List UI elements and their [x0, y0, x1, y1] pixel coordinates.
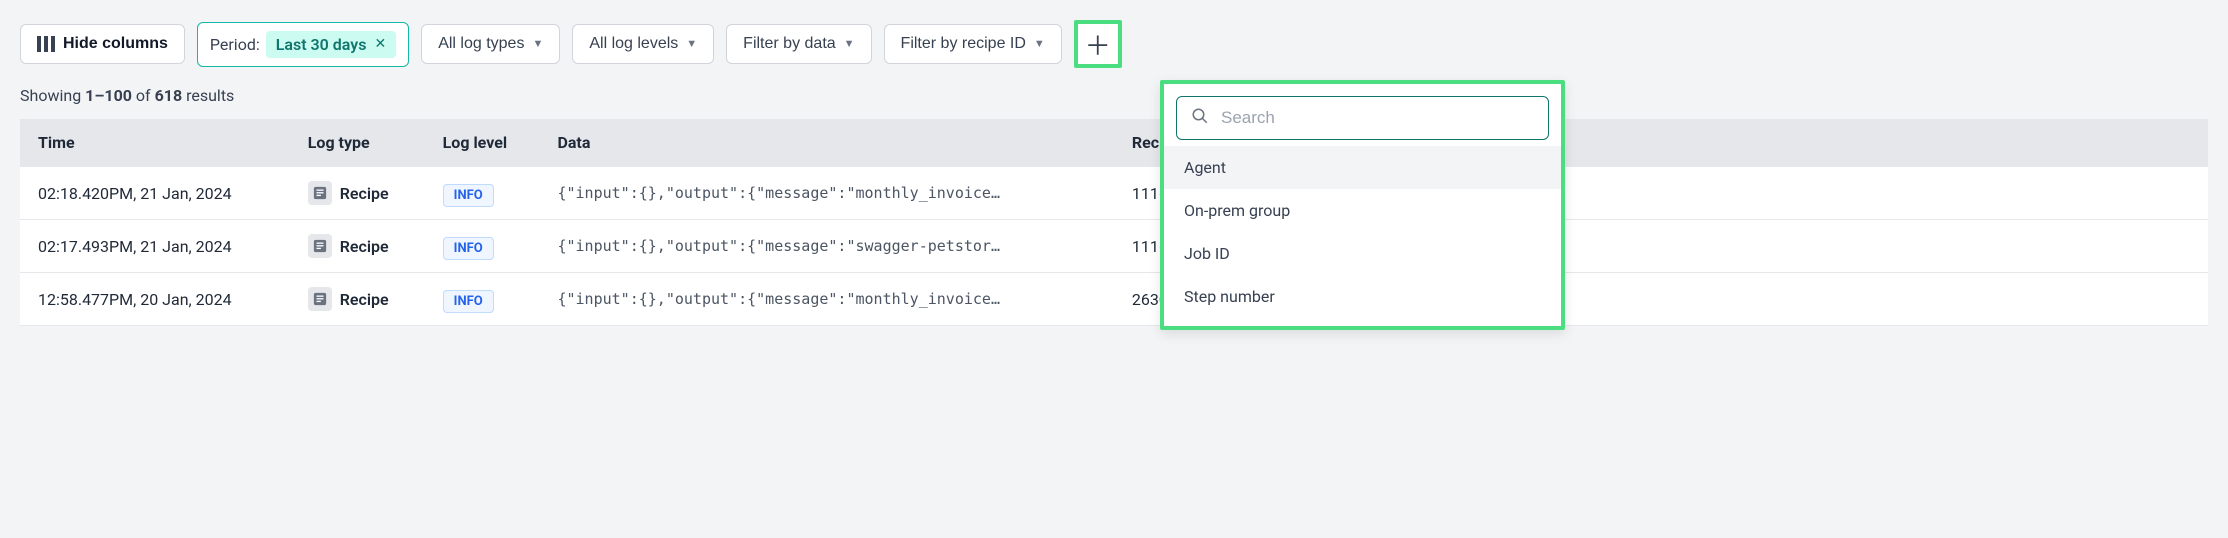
- hide-columns-button[interactable]: Hide columns: [20, 24, 185, 64]
- add-filter-button[interactable]: ＋: [1074, 20, 1122, 68]
- filter-by-recipe-label: Filter by recipe ID: [901, 35, 1026, 53]
- col-header-time: Time: [20, 119, 290, 167]
- log-levels-label: All log levels: [589, 35, 678, 53]
- table-header-row: Time Log type Log level Data Recip: [20, 119, 2208, 167]
- period-label: Period:: [210, 35, 260, 54]
- cell-time: 02:17.493PM, 21 Jan, 2024: [20, 220, 290, 273]
- toolbar: Hide columns Period: Last 30 days ✕ All …: [20, 20, 2208, 68]
- cell-time: 02:18.420PM, 21 Jan, 2024: [20, 167, 290, 220]
- table-row[interactable]: 02:18.420PM, 21 Jan, 2024 Recipe INFO {"…: [20, 167, 2208, 220]
- chevron-down-icon: ▼: [686, 38, 697, 50]
- info-badge: INFO: [443, 290, 494, 313]
- add-filter-dropdown: Agent On-prem group Job ID Step number: [1160, 80, 1565, 330]
- search-box[interactable]: [1176, 96, 1549, 140]
- cell-logtype: Recipe: [290, 220, 425, 273]
- recipe-icon: [308, 181, 332, 205]
- filter-by-data-label: Filter by data: [743, 35, 835, 53]
- columns-icon: [37, 36, 55, 52]
- period-chip: Last 30 days ✕: [266, 31, 396, 58]
- close-icon[interactable]: ✕: [374, 36, 386, 52]
- logs-table: Time Log type Log level Data Recip 02:18…: [20, 119, 2208, 326]
- hide-columns-label: Hide columns: [63, 35, 168, 53]
- menu-item-onprem-group[interactable]: On-prem group: [1164, 189, 1561, 232]
- cell-time: 12:58.477PM, 20 Jan, 2024: [20, 273, 290, 326]
- table-row[interactable]: 12:58.477PM, 20 Jan, 2024 Recipe INFO {"…: [20, 273, 2208, 326]
- cell-loglevel: INFO: [425, 167, 540, 220]
- filter-by-data-button[interactable]: Filter by data ▼: [726, 24, 871, 64]
- menu-item-step-number[interactable]: Step number: [1164, 275, 1561, 318]
- cell-data: {"input":{},"output":{"message":"monthly…: [539, 273, 1113, 326]
- log-levels-filter[interactable]: All log levels ▼: [572, 24, 714, 64]
- cell-loglevel: INFO: [425, 220, 540, 273]
- recipe-icon: [308, 287, 332, 311]
- filter-by-recipe-button[interactable]: Filter by recipe ID ▼: [884, 24, 1062, 64]
- col-header-loglevel: Log level: [425, 119, 540, 167]
- log-types-filter[interactable]: All log types ▼: [421, 24, 560, 64]
- log-types-label: All log types: [438, 35, 524, 53]
- table-row[interactable]: 02:17.493PM, 21 Jan, 2024 Recipe INFO {"…: [20, 220, 2208, 273]
- cell-loglevel: INFO: [425, 273, 540, 326]
- chevron-down-icon: ▼: [844, 38, 855, 50]
- chevron-down-icon: ▼: [532, 38, 543, 50]
- results-summary: Showing 1–100 of 618 results: [20, 86, 2208, 105]
- chevron-down-icon: ▼: [1034, 38, 1045, 50]
- col-header-data: Data: [539, 119, 1113, 167]
- period-value: Last 30 days: [276, 35, 367, 54]
- search-icon: [1191, 107, 1209, 129]
- info-badge: INFO: [443, 237, 494, 260]
- cell-logtype: Recipe: [290, 167, 425, 220]
- period-filter[interactable]: Period: Last 30 days ✕: [197, 22, 409, 67]
- recipe-icon: [308, 234, 332, 258]
- cell-data: {"input":{},"output":{"message":"swagger…: [539, 220, 1113, 273]
- cell-logtype: Recipe: [290, 273, 425, 326]
- cell-data: {"input":{},"output":{"message":"monthly…: [539, 167, 1113, 220]
- menu-item-job-id[interactable]: Job ID: [1164, 232, 1561, 275]
- plus-icon: ＋: [1085, 26, 1111, 63]
- info-badge: INFO: [443, 184, 494, 207]
- menu-item-agent[interactable]: Agent: [1164, 146, 1561, 189]
- col-header-logtype: Log type: [290, 119, 425, 167]
- search-input[interactable]: [1219, 107, 1534, 129]
